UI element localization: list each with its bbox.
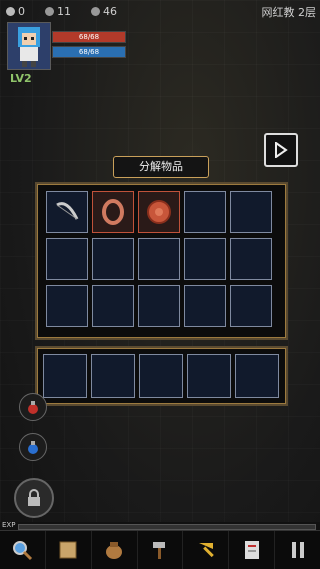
result-slot[interactable] — [187, 354, 231, 398]
player-avatar[interactable] — [7, 22, 51, 70]
inventory-slot[interactable] — [230, 191, 272, 233]
next-button[interactable] — [264, 133, 298, 167]
hammer-icon — [153, 542, 165, 559]
inventory-slot[interactable] — [184, 238, 226, 280]
coin-count: 0 — [18, 4, 25, 18]
mp-bar: 68/68 — [52, 46, 126, 58]
inventory-slot[interactable] — [230, 285, 272, 327]
craft-button[interactable] — [138, 531, 184, 569]
shield-icon — [147, 200, 171, 224]
bag-button[interactable] — [92, 531, 138, 569]
resource-coins: 0 — [6, 5, 25, 18]
arrow-icon — [198, 543, 214, 558]
skull-count: 46 — [103, 4, 117, 18]
inventory-slot[interactable] — [92, 285, 134, 327]
move-button[interactable] — [183, 531, 230, 569]
hp-bar: 68/68 — [52, 31, 126, 43]
inventory-slot[interactable] — [138, 285, 180, 327]
result-slot[interactable] — [91, 354, 135, 398]
coin-icon — [6, 6, 15, 16]
inventory-slot[interactable] — [46, 191, 88, 233]
floor-location: 网红教 2层 — [261, 6, 317, 19]
inventory-slot[interactable] — [138, 238, 180, 280]
quest-note-icon — [244, 541, 259, 559]
gem-count: 11 — [57, 4, 71, 18]
skull-icon — [91, 6, 100, 16]
bottom-toolbar — [0, 530, 320, 569]
inventory-slot[interactable] — [184, 285, 226, 327]
result-slot[interactable] — [139, 354, 183, 398]
gem-icon — [45, 6, 54, 16]
dialog-title: 分解物品 — [113, 156, 209, 178]
inventory-slot[interactable] — [138, 191, 180, 233]
player-level: LV2 — [10, 72, 32, 85]
quest-button[interactable] — [229, 531, 276, 569]
pause-icon — [291, 542, 304, 558]
map-scroll-icon — [59, 541, 77, 559]
inventory-slot[interactable] — [46, 285, 88, 327]
result-slot[interactable] — [43, 354, 87, 398]
red-potion-button[interactable] — [19, 393, 47, 421]
search-button[interactable] — [0, 531, 46, 569]
pause-button[interactable] — [275, 531, 320, 569]
inventory-slot[interactable] — [230, 238, 272, 280]
lock-button[interactable] — [14, 478, 54, 518]
map-button[interactable] — [46, 531, 92, 569]
blue-potion-button[interactable] — [19, 433, 47, 461]
exp-label: EXP — [2, 521, 16, 529]
inventory-slot[interactable] — [92, 191, 134, 233]
bow-icon — [56, 202, 79, 220]
bag-icon — [106, 542, 123, 559]
inventory-slot[interactable] — [92, 238, 134, 280]
hero-sprite-icon — [8, 23, 50, 69]
exp-bar: EXP — [0, 521, 320, 530]
inventory-slot[interactable] — [184, 191, 226, 233]
result-slot[interactable] — [235, 354, 279, 398]
blue-potion-icon — [28, 441, 38, 454]
lock-icon — [28, 489, 40, 506]
ring-icon — [102, 199, 124, 225]
inventory-slot[interactable] — [46, 238, 88, 280]
red-potion-icon — [28, 401, 38, 414]
resource-skulls: 46 — [91, 5, 117, 18]
decompose-inventory-panel — [35, 182, 288, 340]
decompose-result-panel — [35, 346, 288, 406]
play-arrow-icon — [275, 142, 288, 158]
resource-gems: 11 — [45, 5, 71, 18]
magnifier-icon — [13, 541, 33, 561]
